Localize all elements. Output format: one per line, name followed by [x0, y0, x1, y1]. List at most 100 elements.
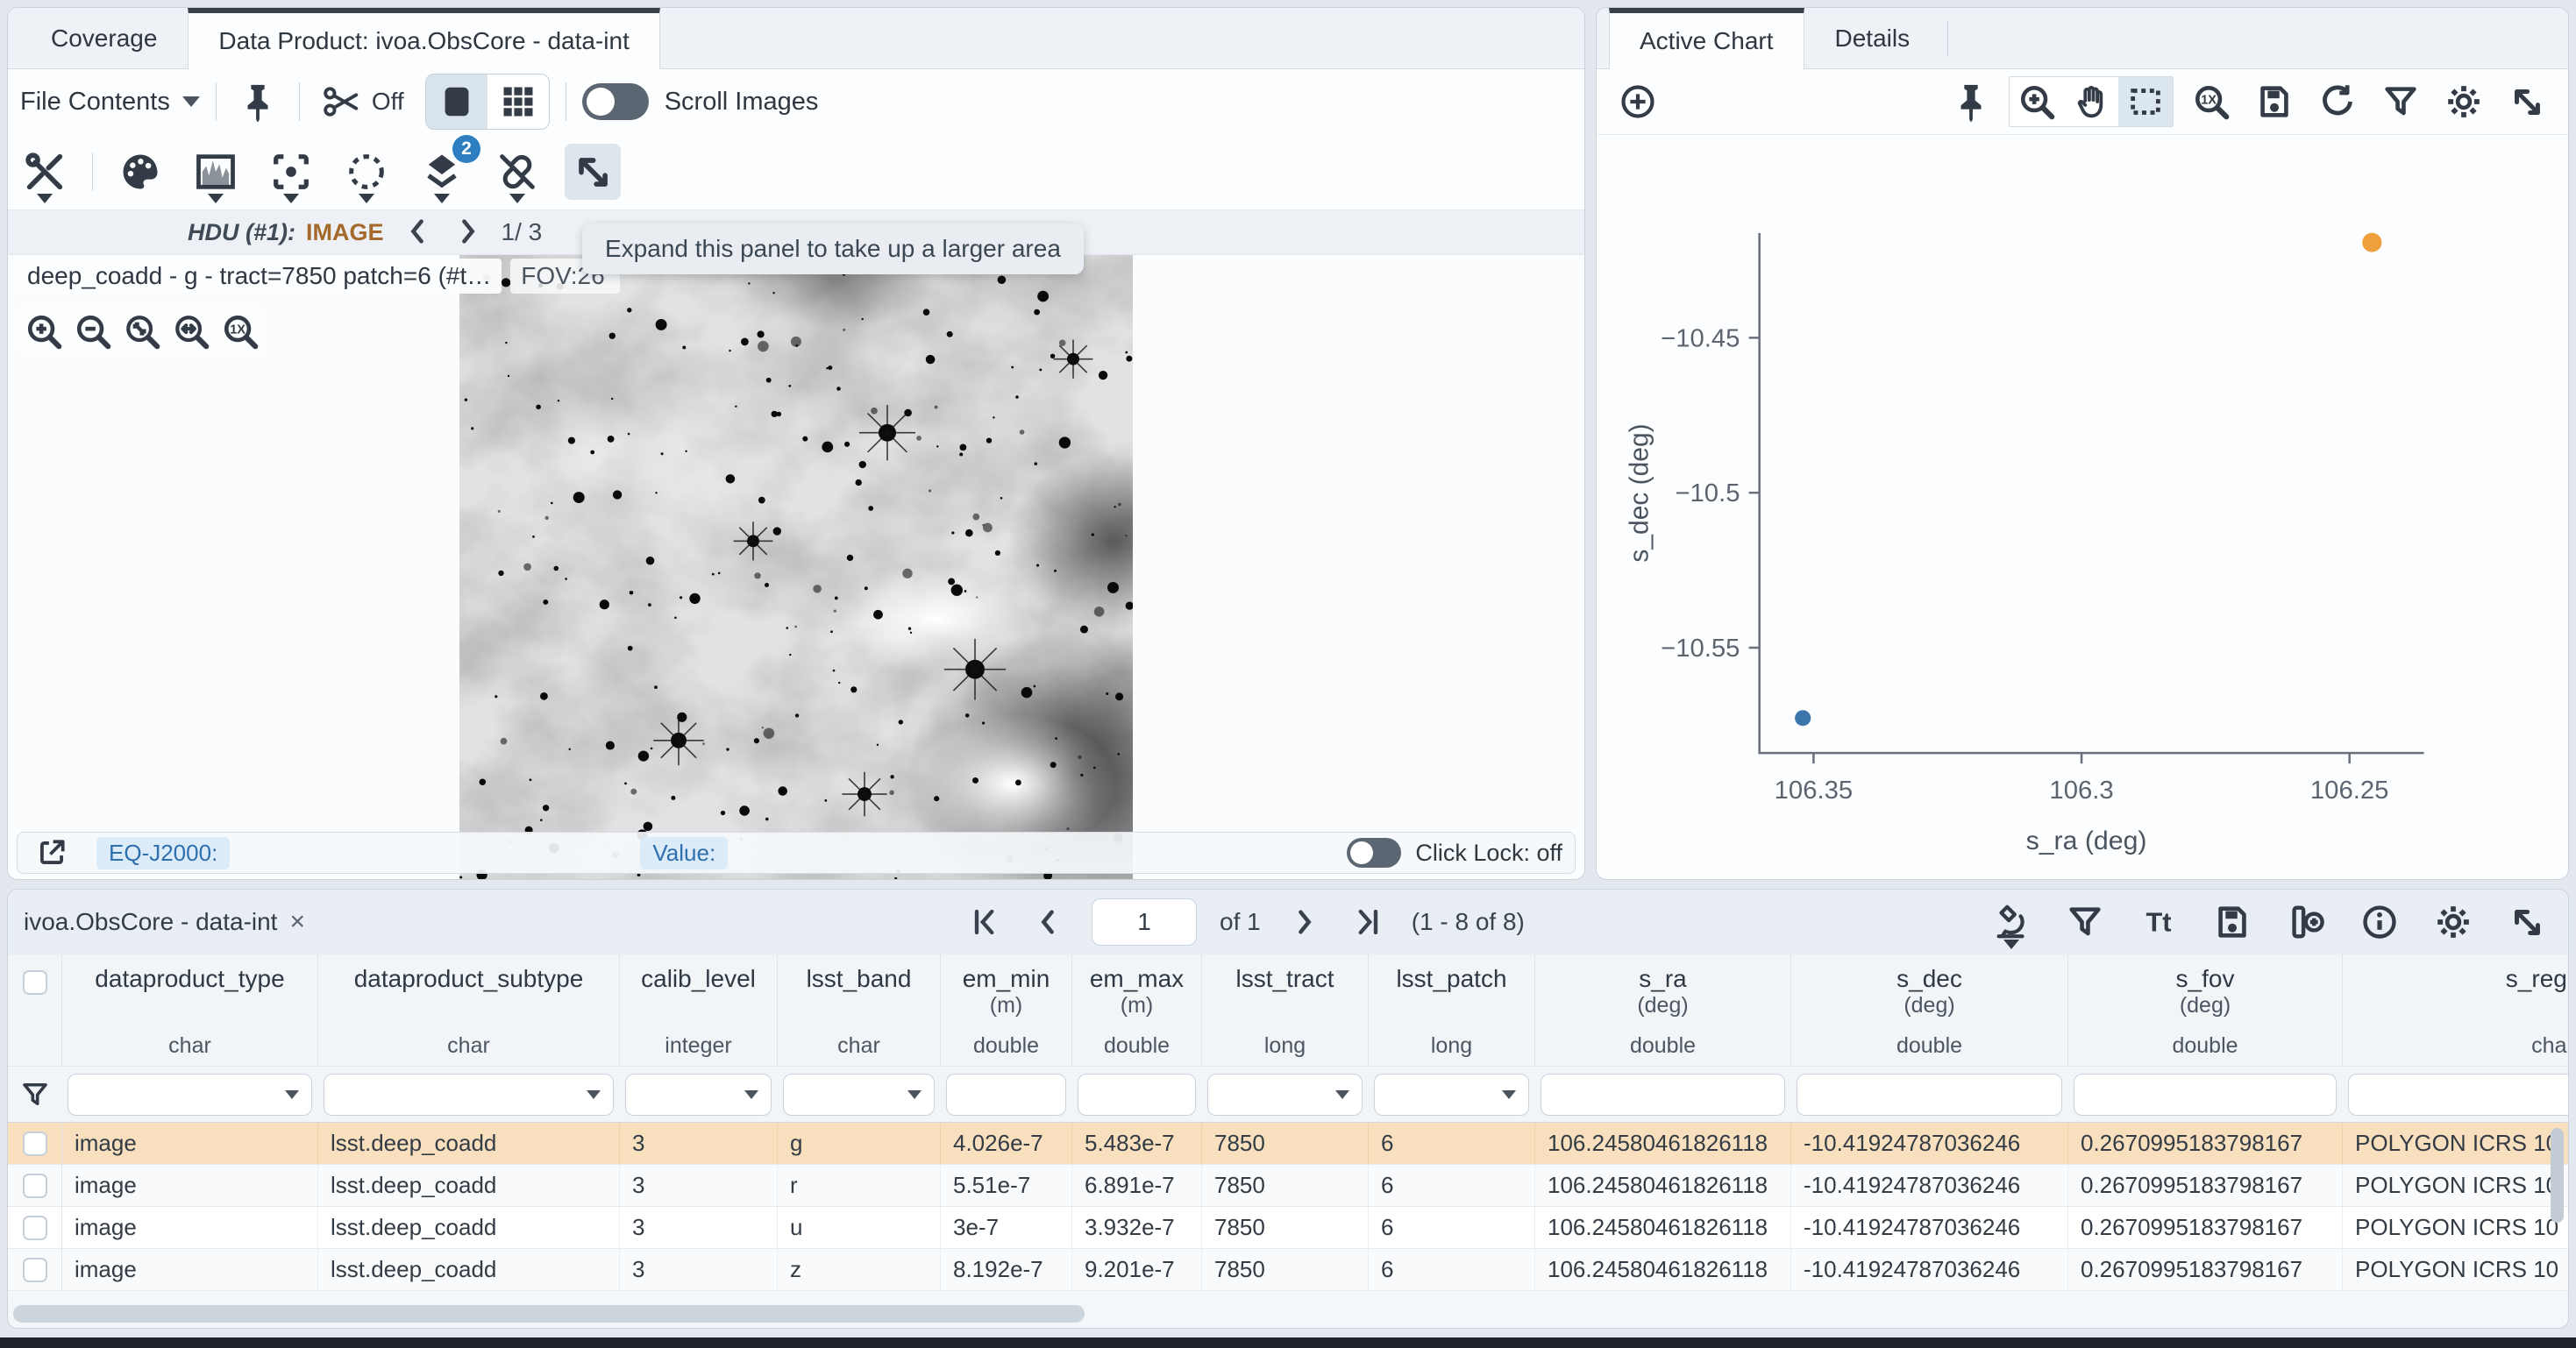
chart-save-button[interactable] — [2249, 76, 2300, 127]
filter-select-lsst_tract[interactable] — [1207, 1074, 1363, 1116]
chart-select-mode-button[interactable] — [2118, 77, 2173, 126]
vertical-scrollbar[interactable] — [2551, 1128, 2564, 1223]
zoom-1x-button[interactable] — [220, 311, 260, 351]
click-lock-toggle[interactable] — [1347, 838, 1401, 868]
table-info-button[interactable] — [2354, 897, 2405, 947]
chart-expand-button[interactable] — [2501, 76, 2552, 127]
column-header-dataproduct_type[interactable]: dataproduct_typechar — [62, 954, 318, 1066]
column-header-lsst_patch[interactable]: lsst_patchlong — [1369, 954, 1535, 1066]
table-row[interactable]: imagelsst.deep_coadd3r5.51e-76.891e-7785… — [8, 1165, 2568, 1207]
table-expand-button[interactable] — [2501, 897, 2552, 947]
filter-input-s_fov[interactable] — [2074, 1074, 2337, 1116]
next-page-button[interactable] — [1284, 902, 1324, 942]
image-tools-button[interactable] — [17, 144, 73, 200]
last-page-button[interactable] — [1347, 901, 1389, 943]
row-checkbox[interactable] — [23, 1216, 47, 1240]
table-row[interactable]: imagelsst.deep_coadd3g4.026e-75.483e-778… — [8, 1123, 2568, 1165]
filter-input-em_max[interactable] — [1078, 1074, 1196, 1116]
chart-pin-button[interactable] — [1946, 76, 1996, 127]
tab-data-product-label: Data Product: ivoa.ObsCore - data-int — [218, 27, 629, 55]
first-page-button[interactable] — [964, 901, 1006, 943]
filter-select-lsst_band[interactable] — [783, 1074, 935, 1116]
chart-settings-button[interactable] — [2438, 76, 2489, 127]
filter-input-s_dec[interactable] — [1797, 1074, 2062, 1116]
table-inspect-button[interactable] — [1986, 897, 2037, 947]
horizontal-scrollbar-track[interactable] — [8, 1302, 2568, 1328]
tab-data-product[interactable]: Data Product: ivoa.ObsCore - data-int — [188, 8, 659, 69]
column-header-s_fov[interactable]: s_fov(deg)double — [2068, 954, 2343, 1066]
tab-active-chart[interactable]: Active Chart — [1609, 8, 1804, 69]
scroll-images-toggle[interactable] — [582, 83, 649, 120]
row-checkbox[interactable] — [23, 1174, 47, 1198]
filter-input-em_min[interactable] — [946, 1074, 1066, 1116]
select-all-header[interactable] — [8, 954, 62, 1066]
column-header-s_region[interactable]: s_regionchar — [2343, 954, 2568, 1066]
tab-details[interactable]: Details — [1804, 8, 1941, 68]
data-point-selected-row[interactable] — [2362, 233, 2381, 252]
fits-image-viewport[interactable]: deep_coadd - g - tract=7850 patch=6 (#t…… — [8, 255, 1584, 879]
tab-coverage[interactable]: Coverage — [20, 8, 188, 68]
column-header-em_max[interactable]: em_max(m)double — [1072, 954, 1202, 1066]
select-region-button[interactable] — [338, 144, 395, 200]
table-text-view-button[interactable] — [2133, 897, 2184, 947]
filter-input-s_region[interactable] — [2348, 1074, 2568, 1116]
column-header-calib_level[interactable]: calib_levelinteger — [620, 954, 778, 1066]
previous-page-button[interactable] — [1028, 902, 1069, 942]
chevron-down-icon — [907, 1090, 922, 1099]
filter-select-dataproduct_subtype[interactable] — [324, 1074, 614, 1116]
table-save-button[interactable] — [2207, 897, 2258, 947]
zoom-fill-button[interactable] — [171, 311, 211, 351]
chart-zoom-original-button[interactable] — [2186, 76, 2237, 127]
zoom-fit-button[interactable] — [122, 311, 162, 351]
file-contents-dropdown[interactable]: File Contents — [20, 88, 200, 117]
crop-button[interactable]: Off — [316, 76, 409, 127]
table-row[interactable]: imagelsst.deep_coadd3u3e-73.932e-7785061… — [8, 1207, 2568, 1249]
column-header-lsst_tract[interactable]: lsst_tractlong — [1202, 954, 1369, 1066]
column-header-dataproduct_subtype[interactable]: dataproduct_subtypechar — [318, 954, 620, 1066]
page-number-input[interactable] — [1092, 898, 1197, 946]
row-checkbox[interactable] — [23, 1258, 47, 1282]
select-all-checkbox[interactable] — [23, 970, 47, 995]
table-filter-button[interactable] — [2060, 897, 2110, 947]
layers-button[interactable]: 2 — [414, 144, 470, 200]
row-checkbox[interactable] — [23, 1132, 47, 1156]
previous-hdu-button[interactable] — [403, 216, 433, 249]
table-options-button[interactable] — [2428, 897, 2479, 947]
table-add-column-button[interactable] — [2281, 897, 2331, 947]
chart-canvas[interactable]: 106.35106.3106.25−10.45−10.5−10.55s_ra (… — [1597, 134, 2568, 879]
chart-restore-button[interactable] — [2312, 76, 2363, 127]
filter-select-calib_level[interactable] — [625, 1074, 772, 1116]
column-header-s_ra[interactable]: s_ra(deg)double — [1535, 954, 1791, 1066]
single-view-button[interactable] — [426, 74, 487, 129]
expand-panel-button[interactable] — [565, 144, 621, 200]
table-tab[interactable]: ivoa.ObsCore - data-int × — [24, 908, 305, 936]
chevron-down-icon — [208, 194, 224, 203]
chart-filter-button[interactable] — [2375, 76, 2426, 127]
unlink-wcs-button[interactable] — [489, 144, 545, 200]
column-header-s_dec[interactable]: s_dec(deg)double — [1791, 954, 2068, 1066]
fits-image[interactable] — [459, 255, 1133, 879]
horizontal-scrollbar-thumb[interactable] — [13, 1305, 1085, 1323]
zoom-out-button[interactable] — [73, 311, 113, 351]
chart-zoom-mode-button[interactable] — [2010, 77, 2064, 126]
zoom-in-button[interactable] — [24, 311, 64, 351]
chart-pan-mode-button[interactable] — [2064, 77, 2118, 126]
data-point-rows[interactable] — [1795, 710, 1811, 726]
stretch-histogram-button[interactable] — [188, 144, 244, 200]
open-coordinates-button[interactable] — [30, 831, 74, 875]
table-body: imagelsst.deep_coadd3g4.026e-75.483e-778… — [8, 1123, 2568, 1291]
column-header-em_min[interactable]: em_min(m)double — [941, 954, 1072, 1066]
pin-button[interactable] — [232, 76, 283, 127]
filter-select-lsst_patch[interactable] — [1374, 1074, 1529, 1116]
table-row[interactable]: imagelsst.deep_coadd3z8.192e-79.201e-778… — [8, 1249, 2568, 1291]
filter-input-s_ra[interactable] — [1541, 1074, 1785, 1116]
next-hdu-button[interactable] — [452, 216, 482, 249]
column-header-lsst_band[interactable]: lsst_bandchar — [778, 954, 941, 1066]
color-palette-button[interactable] — [112, 144, 168, 200]
add-chart-button[interactable] — [1612, 76, 1663, 127]
cell-dataproduct_subtype: lsst.deep_coadd — [318, 1123, 620, 1164]
filter-select-dataproduct_type[interactable] — [68, 1074, 312, 1116]
close-icon[interactable]: × — [289, 909, 305, 935]
grid-view-button[interactable] — [487, 74, 549, 129]
center-image-button[interactable] — [263, 144, 319, 200]
